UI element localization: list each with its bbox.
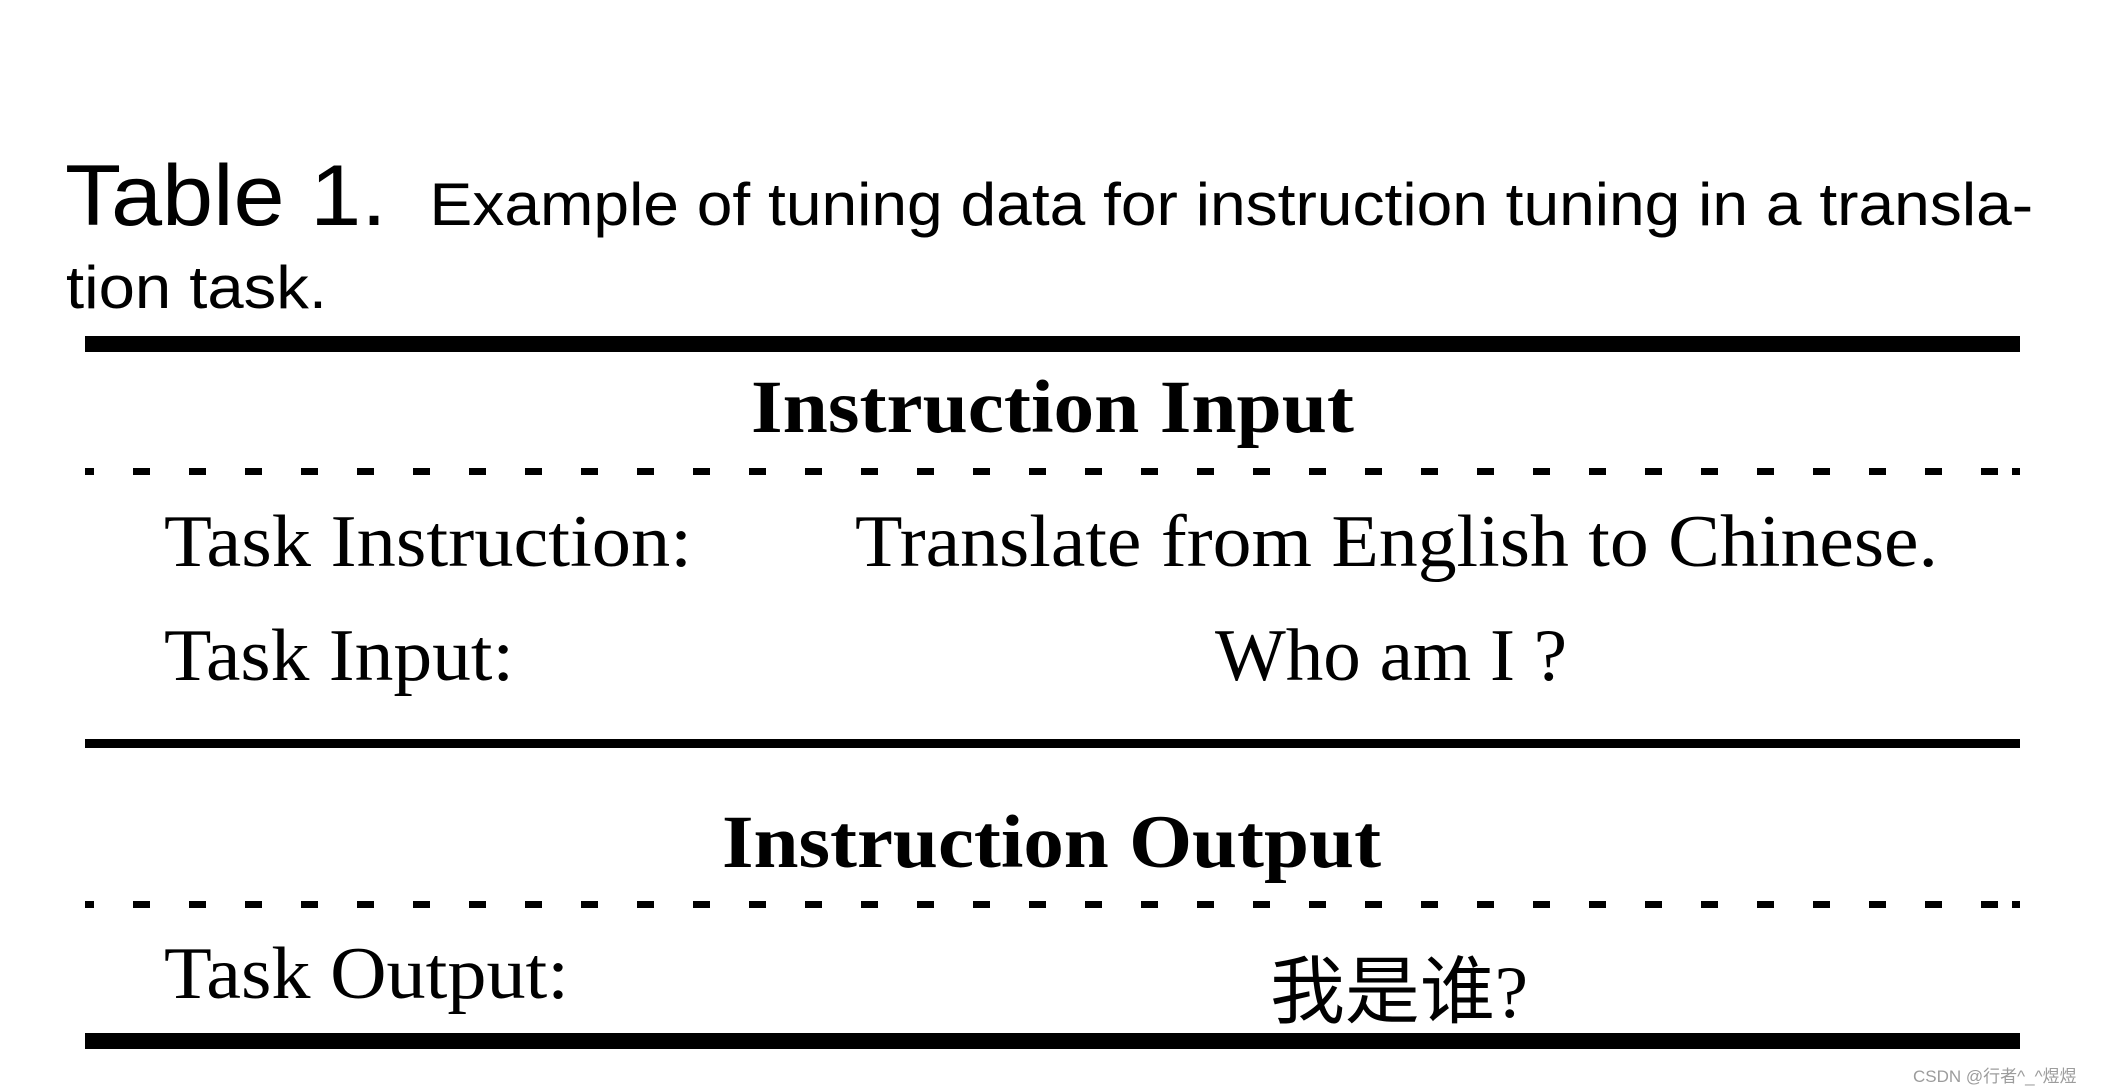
caption-line-2-wrapper: tion task. xyxy=(66,253,327,322)
row-value-task-input: Who am I ? xyxy=(1215,615,1568,697)
row-value-task-output: 我是谁? xyxy=(1270,952,1528,1034)
table-top-rule xyxy=(85,336,2020,352)
row-label-task-output-wrapper: Task Output: xyxy=(164,932,569,1017)
row-label-task-instruction: Task Instruction: xyxy=(164,501,692,583)
row-value-task-instruction-wrapper: Translate from English to Chinese. xyxy=(855,500,1938,585)
row-label-task-instruction-wrapper: Task Instruction: xyxy=(164,500,692,585)
caption-text-continued: tion task. xyxy=(66,254,327,321)
row-label-task-input-wrapper: Task Input: xyxy=(164,614,514,699)
section-header-output: Instruction Output xyxy=(722,801,1382,884)
section-header-output-wrapper: Instruction Output xyxy=(722,800,1381,886)
caption-text: Example of tuning data for instruction t… xyxy=(429,171,2034,238)
output-header-dashed-rule xyxy=(85,901,2020,908)
watermark: CSDN @行者^_^煜煜 xyxy=(1913,1067,2077,1086)
table-caption: Table 1. Example of tuning data for instr… xyxy=(65,147,2033,246)
caption-label: Table 1. xyxy=(65,148,387,244)
caption-line-1: Table 1. Example of tuning data for instr… xyxy=(65,147,2033,246)
input-header-dashed-rule xyxy=(85,468,2020,475)
section-header-input: Instruction Input xyxy=(751,366,1354,449)
table-mid-rule xyxy=(85,739,2020,748)
row-label-task-output: Task Output: xyxy=(164,933,569,1015)
row-value-task-instruction: Translate from English to Chinese. xyxy=(855,501,1938,583)
row-value-task-input-wrapper: Who am I ? xyxy=(1215,614,1567,699)
row-label-task-input: Task Input: xyxy=(164,615,515,697)
table-bottom-rule xyxy=(85,1033,2020,1049)
row-value-task-output-wrapper: 我是谁? xyxy=(1270,932,1528,1039)
section-header-input-wrapper: Instruction Input xyxy=(751,365,1354,451)
